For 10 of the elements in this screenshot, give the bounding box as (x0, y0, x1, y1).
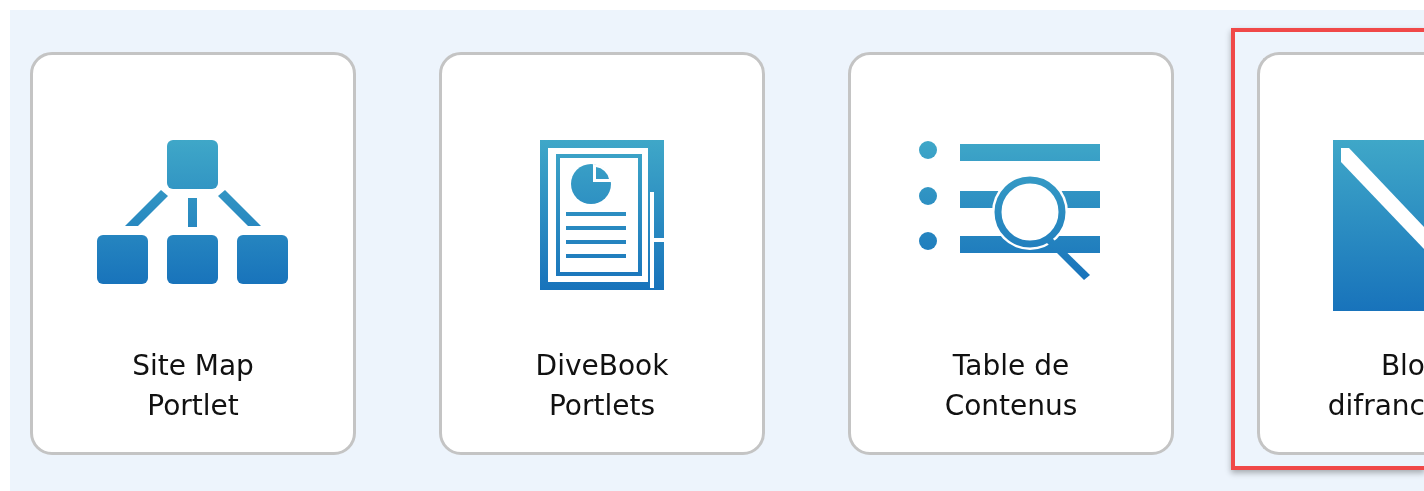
portlet-card[interactable]: Site Map Portlet (30, 52, 356, 455)
card-label: DiveBook Portlets (535, 348, 669, 424)
portlet-card[interactable]: DiveBook Portlets (439, 52, 765, 455)
sitemap-icon (97, 140, 289, 285)
portlet-card[interactable]: Table de Contenus (848, 52, 1174, 455)
card-label: Table de Contenus (944, 348, 1078, 424)
portlet-card[interactable]: Blo difranc (1257, 52, 1424, 455)
diagonal-stripe-icon (1333, 140, 1424, 311)
card-label: Site Map Portlet (132, 348, 254, 424)
card-label: Blo difranc (1327, 348, 1424, 424)
